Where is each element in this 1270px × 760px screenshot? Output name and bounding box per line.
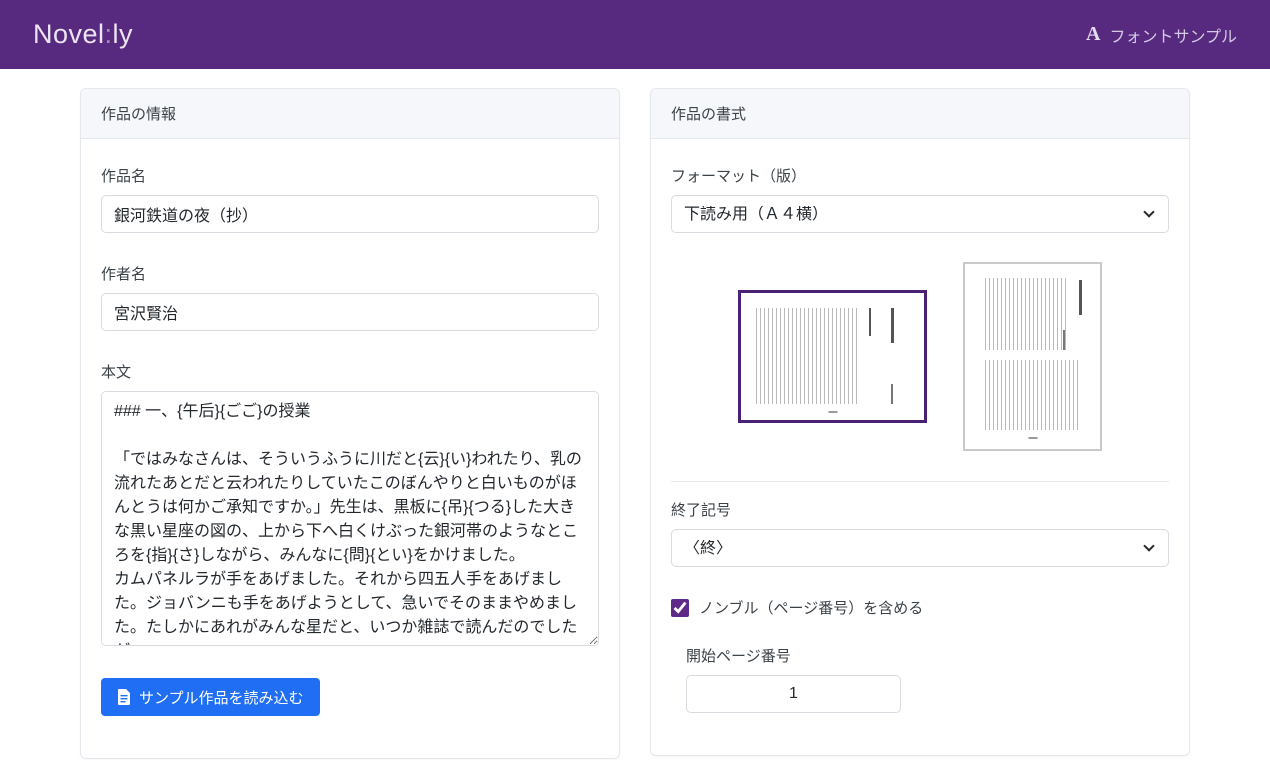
logo-text-suffix: ly	[113, 19, 134, 49]
start-page-input[interactable]	[686, 675, 901, 713]
format-select-label: フォーマット（版）	[671, 165, 1169, 186]
work-name-input[interactable]	[101, 195, 599, 233]
format-card-title: 作品の書式	[651, 89, 1189, 139]
format-select[interactable]: 下読み用（Ａ４横）	[671, 195, 1169, 233]
author-name-label: 作者名	[101, 263, 599, 284]
main-content: 作品の情報 作品名 作者名 本文 ### 一、{午后}{ごご}の授業 「ではみな…	[0, 69, 1270, 759]
body-text-textarea[interactable]: ### 一、{午后}{ごご}の授業 「ではみなさんは、そういうふうに川だと{云}…	[101, 391, 599, 646]
thumbnail-title-line	[1079, 280, 1082, 315]
font-letter-icon: A	[1086, 23, 1100, 46]
thumbnail-text-lines	[985, 278, 1069, 350]
thumbnail-page-number	[1028, 437, 1037, 439]
load-sample-button[interactable]: サンプル作品を読み込む	[101, 678, 320, 716]
nombre-checkbox-label: ノンブル（ページ番号）を含める	[699, 597, 923, 618]
logo-colon: :	[105, 19, 113, 49]
thumbnail-subtitle-line	[869, 308, 871, 336]
start-page-field: 開始ページ番号	[686, 645, 1169, 713]
section-divider	[671, 481, 1169, 482]
novelly-logo[interactable]: Novel:ly	[33, 19, 133, 50]
nombre-checkbox-row: ノンブル（ページ番号）を含める	[671, 597, 1169, 618]
body-text-label: 本文	[101, 361, 599, 382]
logo-text-prefix: Novel	[33, 19, 105, 49]
format-card-body: フォーマット（版） 下読み用（Ａ４横）	[651, 139, 1189, 755]
work-info-card-title: 作品の情報	[81, 89, 619, 139]
thumbnail-text-lines	[756, 308, 858, 405]
page-thumbnail-portrait[interactable]	[963, 262, 1102, 451]
format-preview-thumbnails	[671, 261, 1169, 451]
thumbnail-title-line	[891, 308, 894, 344]
thumbnail-author-line	[891, 384, 893, 404]
format-card: 作品の書式 フォーマット（版） 下読み用（Ａ４横）	[650, 88, 1190, 756]
thumbnail-author-line	[1063, 330, 1065, 350]
work-name-label: 作品名	[101, 165, 599, 186]
thumbnail-text-lines	[985, 360, 1080, 430]
load-sample-button-label: サンプル作品を読み込む	[139, 687, 304, 708]
page-thumbnail-landscape-selected[interactable]	[738, 290, 927, 423]
nombre-checkbox[interactable]	[671, 599, 689, 617]
app-header: Novel:ly A フォントサンプル	[0, 0, 1270, 69]
font-sample-label: フォントサンプル	[1109, 23, 1237, 47]
document-icon	[117, 689, 131, 705]
font-sample-link[interactable]: A フォントサンプル	[1086, 23, 1237, 47]
thumbnail-page-number	[828, 411, 837, 413]
work-info-card-body: 作品名 作者名 本文 ### 一、{午后}{ごご}の授業 「ではみなさんは、そう…	[81, 139, 619, 758]
author-name-input[interactable]	[101, 293, 599, 331]
work-info-card: 作品の情報 作品名 作者名 本文 ### 一、{午后}{ごご}の授業 「ではみな…	[80, 88, 620, 759]
start-page-label: 開始ページ番号	[686, 645, 1169, 666]
end-mark-select[interactable]: 〈終〉	[671, 529, 1169, 567]
end-mark-select-label: 終了記号	[671, 499, 1169, 520]
